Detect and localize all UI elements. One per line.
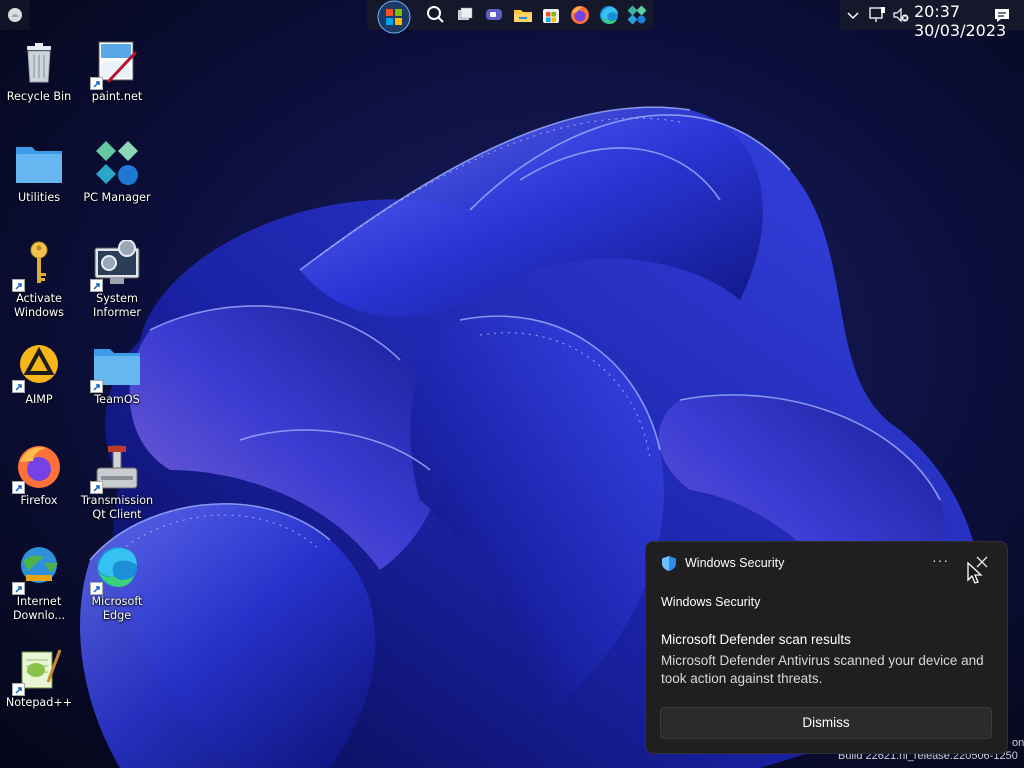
store-button[interactable] [539, 3, 563, 27]
desktop-icon-utilities[interactable]: Utilities [2, 139, 76, 205]
shortcut-arrow-icon [90, 582, 103, 595]
desktop-icon-label: paint.net [91, 90, 143, 103]
search-icon [427, 6, 444, 23]
shield-icon [662, 556, 676, 571]
desktop-icon-label: Internet Downlo... [12, 595, 66, 622]
desktop-icon-transmission[interactable]: Transmission Qt Client [80, 442, 154, 522]
network-button[interactable] [868, 6, 886, 28]
volume-muted-icon [893, 7, 909, 23]
pc-manager-taskbar-button[interactable] [625, 3, 649, 27]
desktop-icon-pc-manager[interactable]: PC Manager [80, 139, 154, 205]
desktop-icon-system-informer[interactable]: System Informer [80, 239, 154, 320]
desktop-icon-label: Notepad++ [5, 696, 73, 709]
network-icon [869, 7, 885, 22]
clock[interactable]: 20:37 30/03/2023 [914, 2, 1007, 40]
firefox-taskbar-button[interactable] [568, 3, 592, 27]
start-button[interactable] [377, 0, 411, 34]
shortcut-arrow-icon [90, 77, 103, 90]
desktop-icon-label: TeamOS [94, 393, 140, 406]
toast-title: Microsoft Defender scan results [661, 632, 851, 647]
desktop-icon-internet-download-manager[interactable]: Internet Downlo... [2, 543, 76, 623]
task-view-button[interactable] [453, 3, 477, 27]
edge-icon [600, 6, 618, 24]
clock-time: 20:37 [914, 2, 961, 21]
start-orb-icon [377, 0, 411, 34]
desktop-icon-firefox[interactable]: Firefox [2, 442, 76, 508]
chat-icon [486, 9, 502, 20]
clock-date: 30/03/2023 [914, 21, 1007, 40]
recycle-bin-icon [27, 43, 51, 83]
shortcut-arrow-icon [12, 279, 25, 292]
toast-header: Windows Security [661, 595, 761, 609]
widgets-button[interactable] [0, 0, 30, 30]
desktop-icon-label: PC Manager [83, 191, 151, 204]
show-hidden-icons-button[interactable] [846, 8, 860, 27]
task-view-icon [458, 7, 473, 20]
toast-body: Microsoft Defender Antivirus scanned you… [661, 653, 984, 686]
watermark-line1-fragment: on [1012, 737, 1024, 749]
shortcut-arrow-icon [90, 380, 103, 393]
volume-button[interactable] [892, 6, 910, 28]
toast-app-name: Windows Security [685, 556, 785, 570]
desktop-icon-label: Recycle Bin [6, 90, 72, 103]
shortcut-arrow-icon [90, 481, 103, 494]
desktop-icon-label: System Informer [93, 292, 141, 319]
desktop-icon-label: AIMP [25, 393, 53, 406]
edge-taskbar-button[interactable] [597, 3, 621, 27]
shortcut-arrow-icon [12, 380, 25, 393]
desktop-icon-notepad-plus-plus[interactable]: Notepad++ [2, 644, 76, 710]
desktop-icon-microsoft-edge[interactable]: Microsoft Edge [80, 543, 154, 623]
toast-more-button[interactable]: ··· [932, 552, 949, 568]
shortcut-arrow-icon [12, 481, 25, 494]
desktop-icon-label: Utilities [17, 191, 61, 204]
desktop-icon-recycle-bin[interactable]: Recycle Bin [2, 38, 76, 104]
firefox-icon [571, 6, 589, 24]
file-explorer-icon [514, 10, 532, 22]
file-explorer-button[interactable] [511, 3, 535, 27]
store-icon [543, 9, 559, 23]
widgets-icon [8, 8, 22, 22]
desktop-icon-aimp[interactable]: AIMP [2, 341, 76, 407]
dismiss-button[interactable]: Dismiss [660, 707, 992, 739]
shortcut-arrow-icon [12, 582, 25, 595]
mouse-cursor-icon [967, 561, 983, 584]
taskbar-center [367, 0, 653, 34]
desktop-icon-label: Firefox [20, 494, 58, 507]
chevron-up-icon [847, 12, 859, 20]
desktop-icon-label: Activate Windows [14, 292, 64, 319]
chat-button[interactable] [482, 3, 506, 27]
shortcut-arrow-icon [90, 279, 103, 292]
folder-icon [16, 147, 62, 183]
shortcut-arrow-icon [12, 683, 25, 696]
pc-manager-icon [96, 141, 138, 185]
pc-manager-icon [627, 5, 647, 25]
search-button[interactable] [424, 3, 448, 27]
desktop-icon-paint-net[interactable]: paint.net [80, 38, 154, 104]
desktop-icon-activate-windows[interactable]: Activate Windows [2, 240, 76, 320]
desktop-icon-label: Transmission Qt Client [80, 494, 154, 521]
desktop-icon-label: Microsoft Edge [91, 595, 143, 622]
desktop-icon-teamos[interactable]: TeamOS [80, 341, 154, 407]
notification-toast[interactable]: Windows Security ··· Windows Security Mi… [645, 541, 1008, 754]
